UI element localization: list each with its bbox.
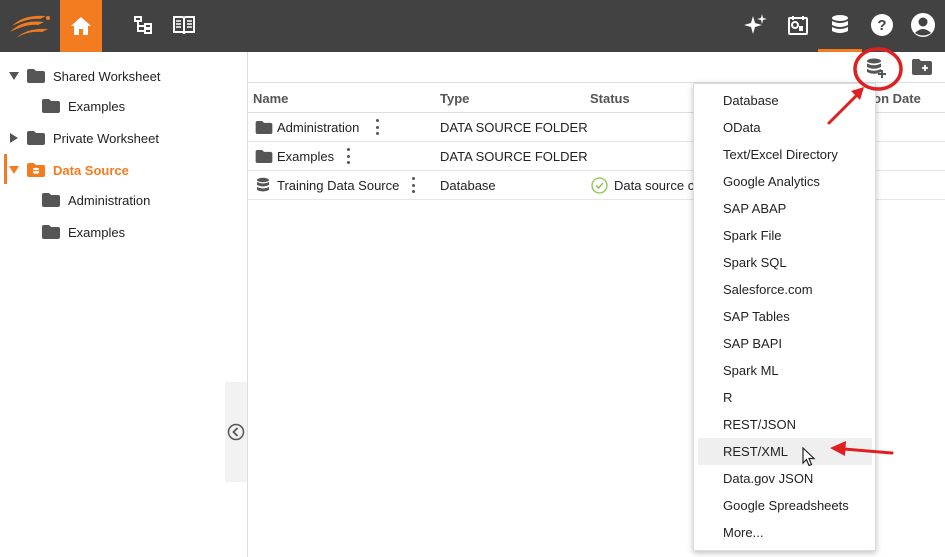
row-type: DATA SOURCE FOLDER: [440, 149, 588, 164]
row-name: Training Data Source: [277, 178, 400, 193]
folder-icon: [27, 69, 45, 83]
menu-item-google-analytics[interactable]: Google Analytics: [698, 168, 872, 195]
more-options-icon[interactable]: [410, 177, 416, 193]
sparkle-icon[interactable]: [743, 12, 769, 38]
menu-item-text-excel-directory[interactable]: Text/Excel Directory: [698, 141, 872, 168]
expand-down-icon[interactable]: [9, 165, 19, 175]
row-name: Examples: [277, 149, 335, 164]
menu-item-more[interactable]: More...: [698, 519, 872, 546]
home-icon: [71, 17, 91, 35]
tree-item-data-source[interactable]: Data Source: [0, 156, 247, 184]
menu-item-odata[interactable]: OData: [698, 114, 872, 141]
menu-item-google-spreadsheets[interactable]: Google Spreadsheets: [698, 492, 872, 519]
row-type: Database: [440, 178, 496, 193]
new-datasource-button[interactable]: [865, 57, 887, 79]
menu-item-sap-abap[interactable]: SAP ABAP: [698, 195, 872, 222]
tree-item-examples[interactable]: Examples: [0, 218, 247, 246]
svg-text:?: ?: [877, 17, 886, 34]
expand-right-icon[interactable]: [9, 133, 19, 143]
menu-item-datagov-json[interactable]: Data.gov JSON: [698, 465, 872, 492]
menu-item-sap-tables[interactable]: SAP Tables: [698, 303, 872, 330]
tree-item-label: Private Worksheet: [53, 130, 159, 146]
help-icon[interactable]: ?: [869, 12, 895, 38]
new-datasource-menu: Database OData Text/Excel Directory Goog…: [693, 83, 876, 551]
column-header-status[interactable]: Status: [590, 91, 630, 106]
folder-icon: [255, 121, 273, 137]
top-bar: ?: [0, 0, 945, 52]
menu-item-salesforce[interactable]: Salesforce.com: [698, 276, 872, 303]
column-header-name[interactable]: Name: [253, 91, 288, 106]
more-options-icon[interactable]: [374, 119, 380, 135]
menu-item-sap-bapi[interactable]: SAP BAPI: [698, 330, 872, 357]
book-icon[interactable]: [171, 12, 197, 38]
chevron-left-icon: [227, 423, 245, 441]
menu-item-rest-json[interactable]: REST/JSON: [698, 411, 872, 438]
new-folder-button[interactable]: [912, 59, 932, 75]
toolbar: [248, 52, 945, 83]
folder-icon: [42, 193, 60, 207]
dashboard-icon[interactable]: [785, 12, 811, 38]
tree-item-administration[interactable]: Administration: [0, 186, 247, 214]
app-logo: [8, 10, 54, 42]
menu-item-database[interactable]: Database: [698, 87, 872, 114]
folder-icon: [42, 99, 60, 113]
tree-item-label: Shared Worksheet: [53, 68, 161, 84]
tree-item-private-worksheet[interactable]: Private Worksheet: [0, 124, 247, 152]
folder-add-icon: [912, 59, 932, 75]
folder-icon: [27, 131, 45, 145]
tree-item-label: Examples: [68, 224, 126, 240]
home-button[interactable]: [60, 0, 102, 52]
tree-item-examples[interactable]: Examples: [0, 92, 247, 120]
datasource-tab[interactable]: [818, 0, 862, 52]
database-add-icon: [867, 58, 886, 78]
tree-item-label: Examples: [68, 98, 126, 114]
hierarchy-icon[interactable]: [130, 12, 156, 38]
menu-item-spark-ml[interactable]: Spark ML: [698, 357, 872, 384]
check-circle-icon: [591, 177, 608, 197]
datasource-folder-icon: [27, 163, 45, 177]
collapse-sidebar-handle[interactable]: [225, 382, 247, 482]
more-options-icon[interactable]: [345, 148, 351, 164]
menu-item-spark-sql[interactable]: Spark SQL: [698, 249, 872, 276]
user-icon[interactable]: [910, 12, 936, 38]
sidebar: Shared Worksheet Examples Private Worksh…: [0, 52, 248, 557]
row-status: Data source c: [614, 178, 695, 193]
menu-item-r[interactable]: R: [698, 384, 872, 411]
row-name: Administration: [277, 120, 360, 135]
folder-icon: [42, 225, 60, 239]
row-type: DATA SOURCE FOLDER: [440, 120, 588, 135]
tree-item-shared-worksheet[interactable]: Shared Worksheet: [0, 62, 247, 90]
database-icon: [832, 14, 848, 33]
database-icon: [256, 177, 270, 196]
column-header-type[interactable]: Type: [440, 91, 469, 106]
tree-item-label: Data Source: [53, 162, 129, 178]
folder-icon: [255, 150, 273, 166]
tree-item-label: Administration: [68, 192, 151, 208]
expand-down-icon[interactable]: [9, 71, 19, 81]
menu-item-spark-file[interactable]: Spark File: [698, 222, 872, 249]
menu-item-rest-xml[interactable]: REST/XML: [698, 438, 872, 465]
